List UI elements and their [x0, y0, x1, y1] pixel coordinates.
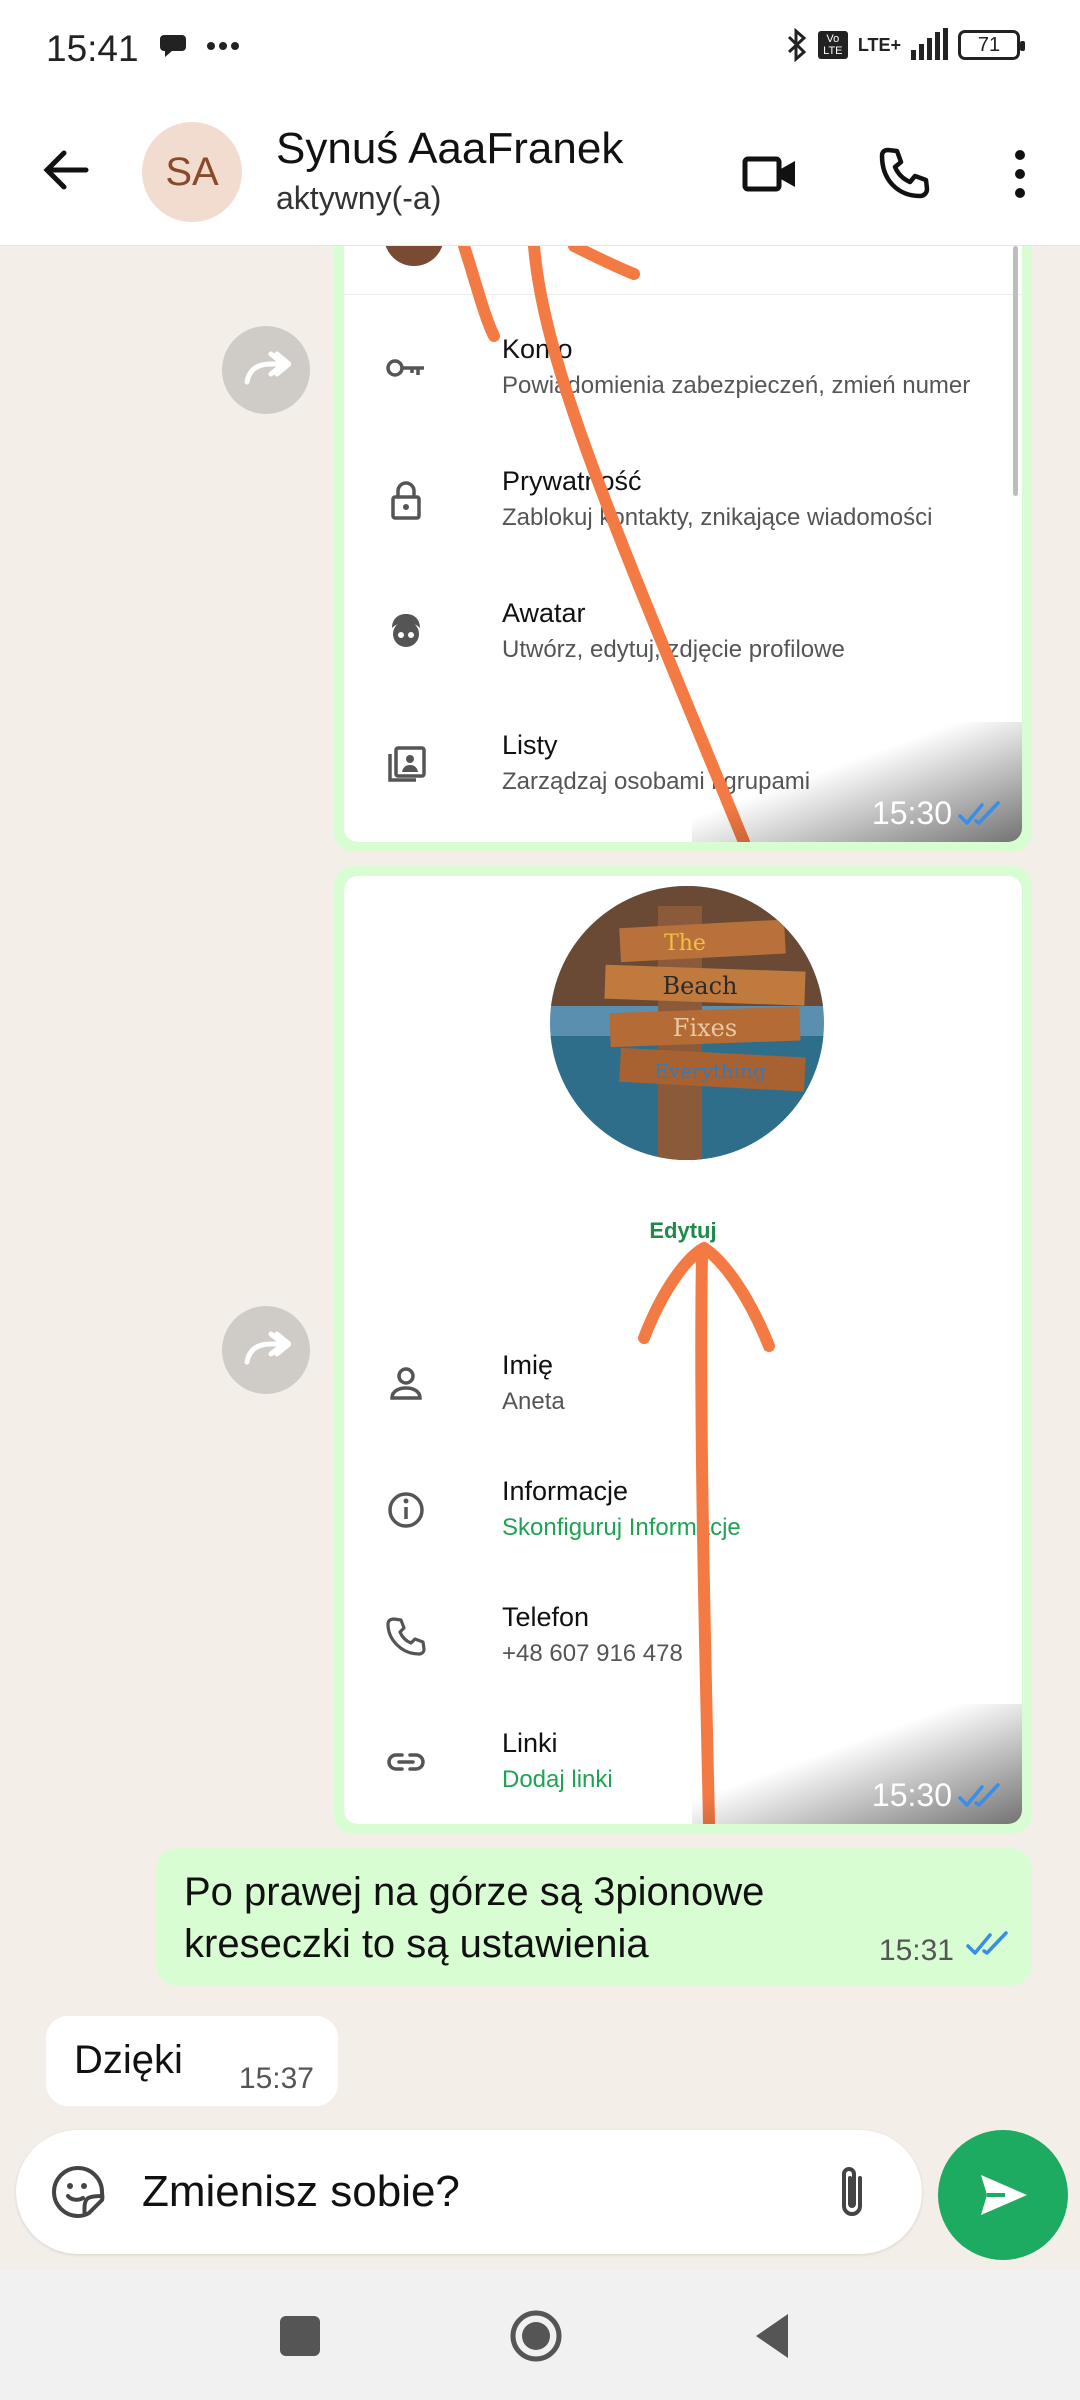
profile-item-phone: Telefon +48 607 916 478	[384, 1602, 1004, 1692]
profile-thumb	[384, 246, 444, 266]
message-time: 15:37	[238, 2062, 314, 2095]
recents-icon[interactable]	[270, 2306, 330, 2366]
send-button[interactable]	[938, 2130, 1068, 2260]
phone-call-icon[interactable]	[874, 144, 934, 204]
forward-icon	[244, 351, 291, 385]
person-icon	[390, 1367, 422, 1400]
key-icon	[386, 359, 424, 377]
settings-item-title: Prywatność	[502, 466, 642, 496]
bluetooth-icon	[787, 28, 807, 62]
profile-item-subtitle: Aneta	[502, 1388, 565, 1415]
profile-item-subtitle: Skonfiguruj Informacje	[502, 1514, 741, 1541]
avatar-face-icon	[392, 614, 420, 647]
settings-item-title: Konto	[502, 334, 573, 364]
read-receipt-icon	[966, 1931, 1008, 1955]
system-navigation-bar	[0, 2270, 1080, 2400]
profile-item-subtitle: Dodaj linki	[502, 1766, 613, 1793]
message-text: Dzięki	[74, 2038, 183, 2082]
profile-item-title: Imię	[502, 1350, 554, 1380]
sign-word: The	[664, 931, 706, 956]
home-icon[interactable]	[506, 2306, 566, 2366]
scrollbar	[1013, 246, 1018, 496]
lock-icon	[391, 481, 421, 520]
message-time: 15:31	[878, 1934, 954, 1967]
battery-level: 71	[977, 33, 1001, 56]
settings-item-privacy: Prywatność Zablokuj kontakty, znikające …	[384, 466, 1004, 556]
chat-header: SA Synuś AaaFranek aktywny(-a)	[0, 100, 1080, 246]
status-bar: 15:41 Vo LTE LTE+ 71	[0, 0, 1080, 100]
message-time: 15:30	[871, 1777, 952, 1813]
settings-item-account: Konto Powiadomienia zabezpieczeń, zmień …	[384, 334, 1004, 424]
forward-button[interactable]	[222, 326, 310, 414]
link-icon	[387, 1753, 425, 1771]
signal-icon	[911, 28, 948, 60]
more-notifications-icon	[207, 42, 239, 50]
attach-icon[interactable]	[824, 2160, 884, 2224]
profile-screenshot: The Beach Fixes Everything Edytuj Imię A…	[344, 876, 1022, 1824]
status-notification-icons	[160, 32, 240, 60]
network-type: LTE+	[857, 34, 901, 55]
message-composer	[16, 2130, 922, 2254]
battery-icon: 71	[958, 30, 1025, 60]
image-message-settings[interactable]: Konto Powiadomienia zabezpieczeń, zmień …	[334, 246, 1032, 852]
read-receipt-icon	[958, 801, 1000, 825]
settings-item-subtitle: Zablokuj kontakty, znikające wiadomości	[502, 504, 933, 531]
avatar[interactable]: SA	[142, 122, 242, 222]
profile-item-name: Imię Aneta	[384, 1350, 1004, 1440]
back-arrow-icon[interactable]	[36, 140, 96, 200]
sticker-icon[interactable]	[48, 2162, 108, 2222]
message-input[interactable]	[142, 2160, 802, 2224]
settings-item-subtitle: Powiadomienia zabezpieczeń, zmień numer	[502, 372, 971, 399]
message-time: 15:30	[871, 795, 952, 831]
info-icon	[388, 1492, 424, 1528]
volte-badge: Vo LTE	[817, 31, 848, 59]
status-time: 15:41	[46, 28, 139, 69]
message-text: Po prawej na górze są 3pionowe kreseczki…	[184, 1870, 765, 1966]
settings-item-title: Listy	[502, 730, 558, 760]
profile-item-title: Linki	[502, 1728, 558, 1758]
contact-name[interactable]: Synuś AaaFranek	[276, 124, 623, 174]
sign-word: Fixes	[673, 1014, 737, 1042]
settings-item-avatar: Awatar Utwórz, edytuj, zdjęcie profilowe	[384, 598, 1004, 688]
beach-sign-photo: The Beach Fixes Everything	[550, 886, 824, 1160]
outgoing-message[interactable]: Po prawej na górze są 3pionowe kreseczki…	[156, 1848, 1032, 1986]
sign-word: Everything	[654, 1059, 766, 1083]
image-message-profile[interactable]: The Beach Fixes Everything Edytuj Imię A…	[334, 866, 1032, 1834]
settings-item-title: Awatar	[502, 598, 586, 628]
more-options-icon[interactable]	[990, 144, 1050, 204]
lists-icon	[388, 746, 426, 782]
send-icon	[981, 2175, 1027, 2215]
settings-screenshot: Konto Powiadomienia zabezpieczeń, zmień …	[344, 246, 1022, 842]
profile-item-title: Telefon	[502, 1602, 590, 1632]
chat-notification-icon	[160, 35, 186, 57]
profile-item-title: Informacje	[502, 1476, 629, 1506]
forward-icon	[244, 1331, 291, 1365]
profile-item-subtitle: +48 607 916 478	[502, 1640, 683, 1667]
status-right: Vo LTE LTE+ 71	[786, 28, 1025, 62]
profile-item-info: Informacje Skonfiguruj Informacje	[384, 1476, 1004, 1566]
sign-word: Beach	[662, 972, 737, 1000]
video-call-icon[interactable]	[740, 144, 800, 204]
divider	[344, 294, 1022, 295]
settings-item-subtitle: Utwórz, edytuj, zdjęcie profilowe	[502, 636, 845, 663]
back-nav-icon[interactable]	[744, 2306, 804, 2366]
incoming-message[interactable]: Dzięki 15:37	[46, 2016, 338, 2106]
phone-icon	[386, 1617, 426, 1656]
contact-status: aktywny(-a)	[276, 180, 442, 216]
edit-profile-link: Edytuj	[649, 1218, 717, 1243]
forward-button[interactable]	[222, 1306, 310, 1394]
read-receipt-icon	[958, 1783, 1000, 1807]
beach-sign-image: The Beach Fixes Everything	[550, 886, 824, 1160]
